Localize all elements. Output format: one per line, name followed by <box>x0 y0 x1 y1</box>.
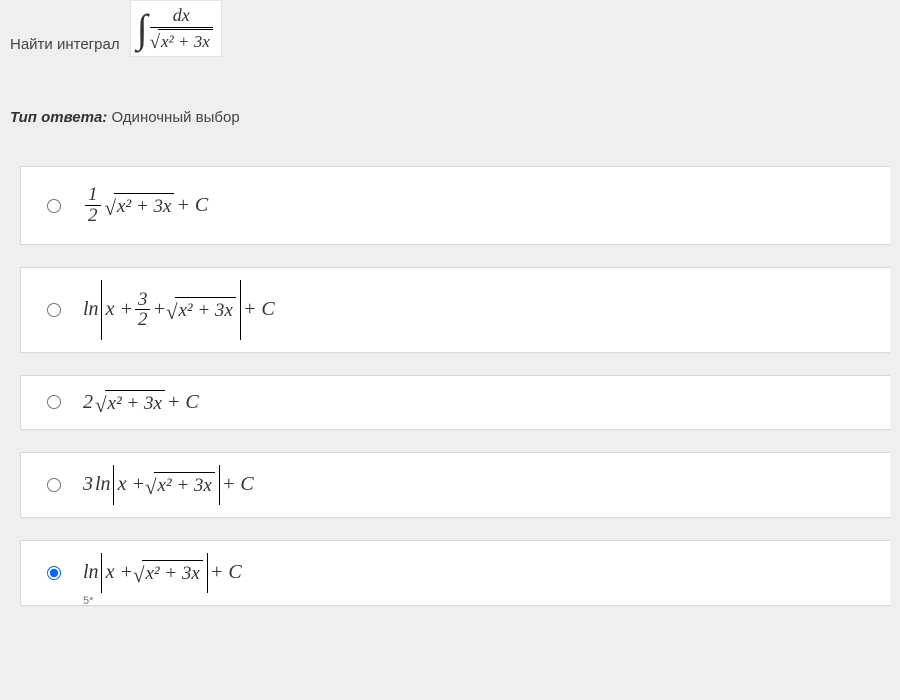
question-row: Найти интеграл ∫ dx √ x² + 3x <box>10 0 890 57</box>
answer-type-label: Тип ответа: <box>10 109 107 126</box>
opt5-ln: ln <box>83 561 99 584</box>
option-2[interactable]: ln x + 3 2 + √ x² + 3x + C <box>20 267 890 353</box>
opt3-tail: + C <box>167 391 199 414</box>
opt2-abs-lead: x + <box>106 298 133 321</box>
opt2-radicand: x² + 3x <box>175 297 235 322</box>
opt4-abs-lead: x + <box>118 473 145 496</box>
integral-expression: ∫ dx √ x² + 3x <box>130 0 222 57</box>
opt5-marker: 5* <box>83 595 93 607</box>
opt2-tail: + C <box>243 298 275 321</box>
integral-numerator: dx <box>167 5 196 27</box>
integral-sign: ∫ <box>135 9 150 49</box>
opt4-radicand: x² + 3x <box>154 472 214 497</box>
opt4-coeff: 3 <box>83 473 93 496</box>
option-5-formula: ln x + √ x² + 3x + C 5* <box>83 555 242 591</box>
option-5-radio[interactable] <box>47 566 61 580</box>
option-2-radio[interactable] <box>47 303 61 317</box>
opt5-tail: + C <box>210 561 242 584</box>
integral-radicand: x² + 3x <box>158 29 213 52</box>
opt3-coeff: 2 <box>83 391 93 414</box>
option-3[interactable]: 2 √ x² + 3x + C <box>20 375 890 430</box>
option-5[interactable]: ln x + √ x² + 3x + C 5* <box>20 540 890 606</box>
opt2-frac-num: 3 <box>135 290 151 310</box>
opt1-frac-den: 2 <box>85 206 101 226</box>
option-4-formula: 3 ln x + √ x² + 3x + C <box>83 467 254 503</box>
opt5-radicand: x² + 3x <box>142 560 202 585</box>
opt5-abs-lead: x + <box>106 561 133 584</box>
opt1-frac-num: 1 <box>85 185 101 205</box>
opt2-ln: ln <box>83 298 99 321</box>
opt1-tail: + C <box>176 194 208 217</box>
opt5-abs: x + √ x² + 3x <box>101 555 208 591</box>
opt2-frac-den: 2 <box>135 310 151 330</box>
opt4-abs: x + √ x² + 3x <box>113 467 220 503</box>
option-1-radio[interactable] <box>47 199 61 213</box>
integral-sqrt: √ x² + 3x <box>150 29 213 52</box>
option-2-formula: ln x + 3 2 + √ x² + 3x + C <box>83 286 275 334</box>
option-1-formula: 1 2 √ x² + 3x + C <box>83 185 208 226</box>
option-3-formula: 2 √ x² + 3x + C <box>83 390 199 415</box>
answer-type-row: Тип ответа: Одиночный выбор <box>10 109 890 126</box>
question-label: Найти интеграл <box>10 36 120 57</box>
option-4-radio[interactable] <box>47 478 61 492</box>
opt1-radicand: x² + 3x <box>114 193 174 218</box>
answer-type-value: Одиночный выбор <box>111 109 239 126</box>
opt4-ln: ln <box>95 473 111 496</box>
opt4-tail: + C <box>222 473 254 496</box>
option-4[interactable]: 3 ln x + √ x² + 3x + C <box>20 452 890 518</box>
opt2-abs: x + 3 2 + √ x² + 3x <box>101 286 241 334</box>
option-3-radio[interactable] <box>47 395 61 409</box>
options-list: 1 2 √ x² + 3x + C ln x + 3 <box>10 166 890 606</box>
opt2-abs-mid: + <box>152 298 166 321</box>
option-1[interactable]: 1 2 √ x² + 3x + C <box>20 166 890 245</box>
opt3-radicand: x² + 3x <box>105 390 165 415</box>
